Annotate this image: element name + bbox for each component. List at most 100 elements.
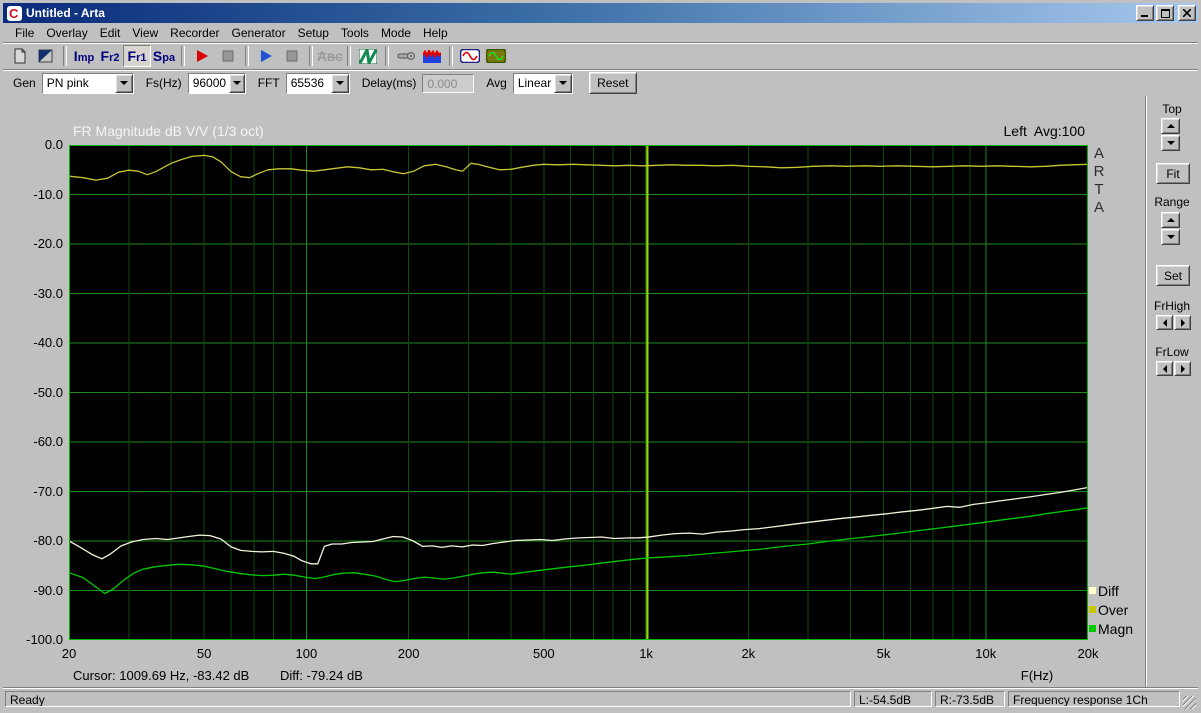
spectrogram-button[interactable] (355, 45, 381, 67)
abc-button[interactable]: ABC (317, 45, 343, 67)
fft-label: FFT (257, 76, 280, 90)
resize-grip[interactable] (1183, 696, 1196, 709)
frhigh-left-button[interactable] (1156, 315, 1173, 330)
up-arrow-icon (1166, 218, 1175, 222)
reset-label: Reset (597, 76, 629, 90)
y-tick-label: -30.0 (33, 285, 63, 301)
frlow-right-button[interactable] (1174, 361, 1191, 376)
legend: Diff Over Magn (1089, 581, 1133, 638)
stop-icon (286, 50, 298, 62)
menu-item-file[interactable]: File (9, 24, 40, 42)
x-tick-label: 20k (1077, 646, 1099, 661)
microphone-icon (397, 52, 415, 60)
legend-item-diff: Diff (1089, 581, 1133, 600)
legend-label: Magn (1098, 620, 1134, 637)
frhigh-label: FrHigh (1153, 299, 1190, 313)
frlow-left-button[interactable] (1156, 361, 1173, 376)
x-tick-label: 20 (61, 646, 77, 661)
fit-button[interactable]: Fit (1156, 163, 1190, 184)
menu-item-mode[interactable]: Mode (375, 24, 417, 42)
legend-swatch (1089, 606, 1096, 613)
menu-item-recorder[interactable]: Recorder (164, 24, 225, 42)
frhigh-right-button[interactable] (1174, 315, 1191, 330)
right-arrow-icon (1180, 318, 1185, 327)
menu-item-generator[interactable]: Generator (226, 24, 292, 42)
menu-item-tools[interactable]: Tools (335, 24, 375, 42)
set-button[interactable]: Set (1156, 265, 1190, 286)
app-icon[interactable] (7, 5, 22, 21)
microphone-button[interactable] (393, 45, 419, 67)
close-icon (1183, 9, 1191, 17)
chevron-down-icon[interactable] (330, 73, 349, 93)
x-tick-label: 50 (196, 646, 212, 661)
y-tick-label: -40.0 (33, 335, 63, 350)
fr-plot[interactable] (69, 145, 1088, 640)
fr2-mode-button[interactable]: Fr2 (97, 45, 123, 67)
waveform-icon (423, 49, 441, 63)
menu-item-overlay[interactable]: Overlay (40, 24, 93, 42)
range-label: Range (1154, 195, 1190, 209)
sine-icon (460, 49, 480, 63)
minimize-button[interactable] (1136, 5, 1154, 21)
avg-select[interactable]: Linear (512, 72, 573, 94)
spa-mode-button[interactable]: Spa (151, 45, 177, 67)
window-title: Untitled - Arta (26, 6, 105, 20)
record-play-icon (197, 50, 208, 62)
left-arrow-icon (1162, 318, 1167, 327)
maximize-button[interactable] (1156, 5, 1174, 21)
generator-select[interactable]: PN pink (41, 72, 134, 94)
generator-setup-button[interactable] (483, 45, 509, 67)
x-tick-label: 200 (397, 646, 420, 661)
imp-mode-button[interactable]: Imp (71, 45, 97, 67)
side-panel: Top Fit Range Set FrHigh FrLow (1145, 96, 1198, 687)
chevron-down-icon[interactable] (554, 73, 572, 93)
close-button[interactable] (1178, 5, 1196, 21)
y-tick-label: 0.0 (44, 137, 63, 152)
generator-value: PN pink (42, 73, 115, 93)
record-stop-button[interactable] (215, 45, 241, 67)
legend-swatch (1089, 625, 1096, 632)
x-tick-label: 500 (532, 646, 555, 661)
sine-generator-button[interactable] (457, 45, 483, 67)
play-stop-button[interactable] (279, 45, 305, 67)
menu-item-help[interactable]: Help (417, 24, 454, 42)
samplerate-select[interactable]: 96000 (187, 72, 246, 94)
x-tick-label: 100 (295, 646, 318, 661)
x-tick-label: 5k (876, 646, 891, 661)
arta-watermark: ARTA (1093, 145, 1105, 216)
x-tick-label: 2k (741, 646, 756, 661)
chevron-down-icon[interactable] (114, 73, 133, 93)
status-bar: Ready L:-54.5dB R:-73.5dB Frequency resp… (3, 687, 1198, 710)
menu-item-edit[interactable]: Edit (94, 24, 127, 42)
toolbar: Imp Fr2 Fr1 Spa ABC (3, 42, 1198, 69)
down-arrow-icon (1166, 141, 1175, 145)
play-button[interactable] (253, 45, 279, 67)
x-tick-label: 1k (639, 646, 653, 661)
toolbar-separator (181, 46, 185, 66)
y-tick-label: -70.0 (33, 483, 63, 499)
range-down-button[interactable] (1161, 229, 1180, 245)
new-document-icon (14, 48, 26, 64)
top-up-button[interactable] (1161, 118, 1180, 134)
menu-item-setup[interactable]: Setup (292, 24, 335, 42)
title-bar[interactable]: Untitled - Arta (3, 3, 1198, 23)
new-measurement-button[interactable] (7, 45, 33, 67)
reset-button[interactable]: Reset (588, 72, 637, 94)
range-up-button[interactable] (1161, 212, 1180, 228)
top-down-button[interactable] (1161, 135, 1180, 151)
abc-label: ABC (317, 48, 344, 64)
fr1-mode-button[interactable]: Fr1 (123, 45, 151, 67)
record-button[interactable] (189, 45, 215, 67)
fft-size-value: 65536 (286, 73, 331, 93)
signal-waveform-button[interactable] (419, 45, 445, 67)
gen-label: Gen (13, 76, 36, 90)
toolbar-separator (347, 46, 351, 66)
y-tick-label: -60.0 (33, 434, 63, 449)
overlay-button[interactable] (33, 45, 59, 67)
set-label: Set (1163, 268, 1182, 283)
menu-item-view[interactable]: View (126, 24, 164, 42)
green-sine-icon (486, 49, 506, 63)
delay-input[interactable]: 0.000 (422, 73, 475, 93)
chevron-down-icon[interactable] (229, 73, 245, 93)
fft-size-select[interactable]: 65536 (285, 72, 350, 94)
